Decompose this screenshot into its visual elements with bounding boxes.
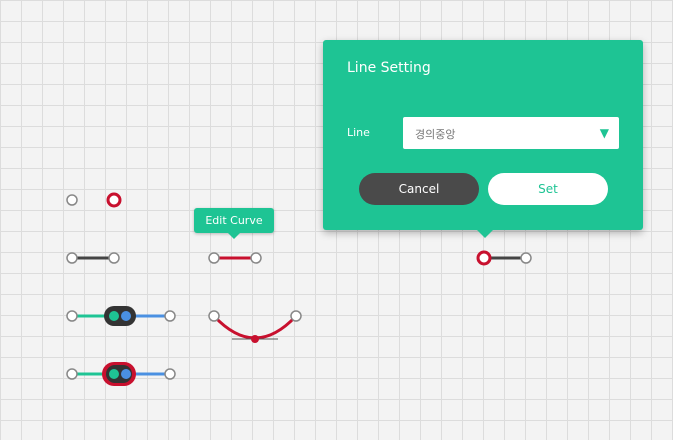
curve-end-node[interactable]: [290, 310, 302, 322]
cancel-button-label: Cancel: [398, 182, 440, 196]
transfer-station[interactable]: [104, 306, 136, 326]
target-line-start-node-selected[interactable]: [476, 250, 492, 266]
line-end-node[interactable]: [108, 252, 120, 264]
editor-canvas[interactable]: Edit Curve Line Setting Line 경의중앙 ▼ Canc…: [0, 0, 673, 440]
chevron-down-icon[interactable]: ▼: [600, 126, 609, 140]
station-line-end-node[interactable]: [164, 310, 176, 322]
station-dot-blue-2: [121, 369, 131, 379]
line-field-label: Line: [347, 126, 370, 139]
node-unselected[interactable]: [66, 194, 78, 206]
node-selected[interactable]: [106, 192, 122, 208]
line-start-node[interactable]: [66, 252, 78, 264]
curve-start-node[interactable]: [208, 310, 220, 322]
line-select-value: 경의중앙: [415, 128, 456, 141]
station-dot-teal: [109, 311, 119, 321]
cancel-button[interactable]: Cancel: [359, 173, 479, 205]
station-dot-teal-2: [109, 369, 119, 379]
curve-control-point[interactable]: [251, 335, 259, 343]
edit-curve-tooltip[interactable]: Edit Curve: [194, 208, 274, 239]
station-line-start-node[interactable]: [66, 310, 78, 322]
line-select[interactable]: 경의중앙 ▼: [403, 117, 619, 149]
curved-line[interactable]: [212, 314, 298, 340]
line-setting-dialog: Line Setting Line 경의중앙 ▼ Cancel Set: [323, 40, 643, 238]
set-button[interactable]: Set: [488, 173, 608, 205]
edit-line-end-node[interactable]: [250, 252, 262, 264]
station-dot-blue: [121, 311, 131, 321]
station2-line-end-node[interactable]: [164, 368, 176, 380]
station2-line-start-node[interactable]: [66, 368, 78, 380]
set-button-label: Set: [538, 182, 558, 196]
target-line-end-node[interactable]: [520, 252, 532, 264]
edit-line-start-node[interactable]: [208, 252, 220, 264]
edit-curve-label: Edit Curve: [205, 214, 263, 227]
dialog-title: Line Setting: [347, 60, 431, 76]
